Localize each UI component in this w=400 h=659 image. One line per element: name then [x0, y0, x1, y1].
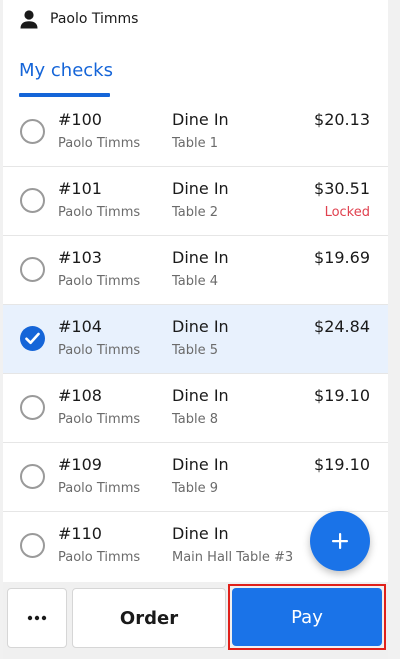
check-radio[interactable] [20, 395, 45, 420]
check-radio[interactable] [20, 119, 45, 144]
user-header: Paolo Timms [3, 0, 388, 42]
check-amount: $30.51 [314, 179, 370, 198]
check-owner: Paolo Timms [58, 205, 141, 220]
more-horizontal-icon [27, 615, 47, 621]
check-type: Dine In [172, 524, 229, 543]
check-table: Table 4 [172, 274, 219, 289]
checks-list[interactable]: #100 Paolo Timms Dine In Table 1 $20.13 … [3, 98, 388, 582]
user-name: Paolo Timms [50, 11, 139, 27]
check-owner: Paolo Timms [58, 274, 141, 289]
check-row-selected[interactable]: #104 Paolo Timms Dine In Table 5 $24.84 [3, 305, 388, 374]
check-status: Locked [324, 205, 370, 220]
action-bar: Order Pay [3, 582, 388, 659]
check-owner: Paolo Timms [58, 412, 141, 427]
person-icon [20, 10, 38, 29]
active-tab-indicator [19, 93, 110, 97]
plus-icon [332, 533, 348, 549]
check-type: Dine In [172, 455, 229, 474]
check-number: #108 [58, 386, 102, 405]
check-number: #109 [58, 455, 102, 474]
check-amount: $20.13 [314, 110, 370, 129]
check-radio[interactable] [20, 188, 45, 213]
check-owner: Paolo Timms [58, 550, 141, 565]
check-type: Dine In [172, 317, 229, 336]
add-check-button[interactable] [310, 511, 370, 571]
check-amount: $19.69 [314, 248, 370, 267]
check-table: Main Hall Table #3 [172, 550, 294, 565]
check-number: #110 [58, 524, 102, 543]
check-table: Table 5 [172, 343, 219, 358]
check-type: Dine In [172, 179, 229, 198]
check-amount: $19.10 [314, 386, 370, 405]
check-number: #103 [58, 248, 102, 267]
check-row[interactable]: #103 Paolo Timms Dine In Table 4 $19.69 [3, 236, 388, 305]
check-amount: $19.10 [314, 455, 370, 474]
check-type: Dine In [172, 110, 229, 129]
check-radio[interactable] [20, 257, 45, 282]
check-radio[interactable] [20, 533, 45, 558]
checkmark-icon [25, 332, 40, 345]
check-owner: Paolo Timms [58, 136, 141, 151]
check-row[interactable]: #100 Paolo Timms Dine In Table 1 $20.13 [3, 98, 388, 167]
check-amount: $24.84 [314, 317, 370, 336]
check-table: Table 2 [172, 205, 219, 220]
check-table: Table 8 [172, 412, 219, 427]
check-type: Dine In [172, 386, 229, 405]
check-table: Table 9 [172, 481, 219, 496]
order-button[interactable]: Order [72, 588, 226, 648]
check-number: #104 [58, 317, 102, 336]
tab-my-checks[interactable]: My checks [19, 60, 113, 81]
tab-bar: My checks [3, 42, 388, 99]
checks-panel: Paolo Timms My checks #100 Paolo Timms D… [3, 0, 388, 659]
check-owner: Paolo Timms [58, 481, 141, 496]
check-radio-checked[interactable] [20, 326, 45, 351]
check-type: Dine In [172, 248, 229, 267]
check-radio[interactable] [20, 464, 45, 489]
check-row[interactable]: #109 Paolo Timms Dine In Table 9 $19.10 [3, 443, 388, 512]
check-number: #101 [58, 179, 102, 198]
pay-button[interactable]: Pay [232, 588, 382, 646]
check-row[interactable]: #101 Paolo Timms Dine In Table 2 $30.51 … [3, 167, 388, 236]
check-row[interactable]: #108 Paolo Timms Dine In Table 8 $19.10 [3, 374, 388, 443]
check-owner: Paolo Timms [58, 343, 141, 358]
check-number: #100 [58, 110, 102, 129]
more-options-button[interactable] [7, 588, 67, 648]
check-table: Table 1 [172, 136, 219, 151]
